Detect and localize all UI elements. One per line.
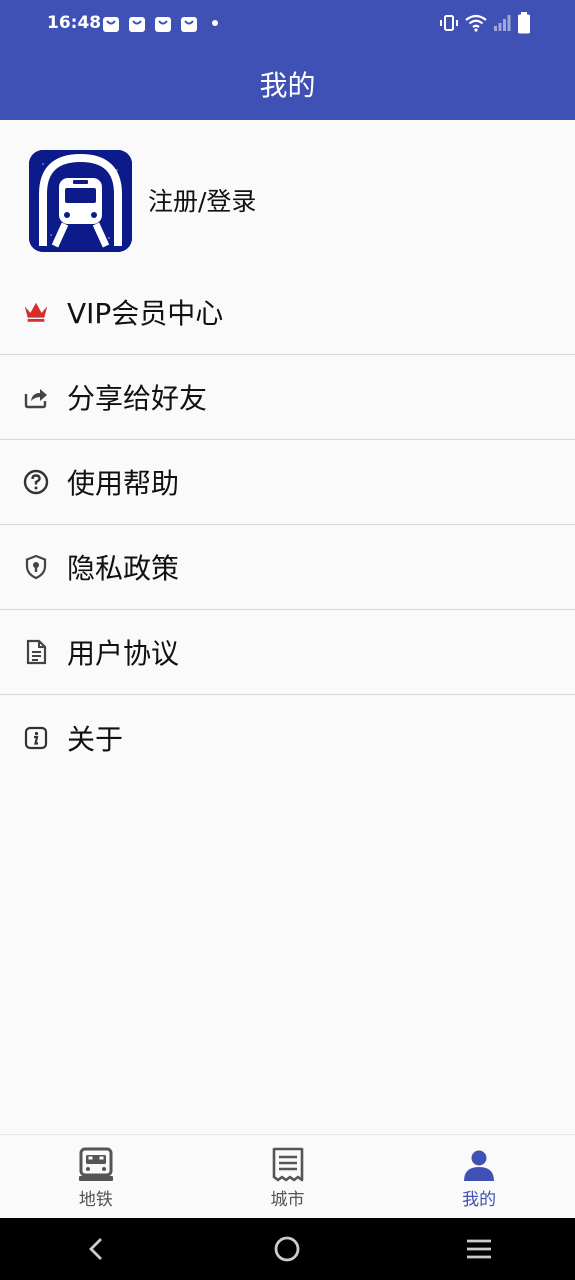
back-button[interactable] — [66, 1229, 126, 1269]
tab-subway[interactable]: 地铁 — [0, 1135, 192, 1218]
app-logo — [29, 150, 132, 252]
shopping-bag-icon — [129, 17, 145, 32]
tab-city[interactable]: 城市 — [192, 1135, 384, 1218]
metro-logo-icon — [29, 150, 132, 252]
menu-item-label: 用户协议 — [67, 637, 180, 670]
page-title: 我的 — [259, 69, 316, 102]
info-icon — [23, 725, 49, 751]
profile-section[interactable]: 注册/登录 — [0, 120, 575, 270]
share-icon — [23, 384, 49, 410]
shopping-bag-icon — [181, 17, 197, 32]
settings-menu: VIP会员中心 分享给好友 使用帮助 隐私政策 用户协议 关于 — [0, 270, 575, 780]
document-icon — [23, 639, 49, 665]
back-icon — [88, 1238, 102, 1260]
tab-mine[interactable]: 我的 — [383, 1135, 575, 1218]
status-bar: 16:48 — [0, 0, 575, 48]
menu-item-share[interactable]: 分享给好友 — [0, 355, 575, 440]
tab-label: 城市 — [270, 1190, 305, 1210]
menu-item-label: 关于 — [67, 722, 124, 756]
home-icon — [275, 1236, 300, 1262]
menu-item-label: VIP会员中心 — [67, 297, 224, 330]
menu-icon — [467, 1239, 492, 1259]
notification-dot-icon — [212, 20, 218, 26]
app-bar: 我的 — [0, 48, 575, 120]
battery-icon — [518, 12, 530, 34]
shopping-bag-icon — [103, 17, 119, 32]
menu-item-about[interactable]: 关于 — [0, 695, 575, 780]
vibrate-icon — [440, 15, 458, 31]
menu-item-label: 分享给好友 — [67, 382, 208, 415]
shield-icon — [23, 554, 49, 580]
home-button[interactable] — [257, 1229, 317, 1269]
status-time: 16:48 — [47, 13, 102, 33]
menu-item-privacy[interactable]: 隐私政策 — [0, 525, 575, 610]
help-icon — [23, 469, 49, 495]
system-navigation-bar — [0, 1218, 575, 1280]
recents-button[interactable] — [449, 1229, 509, 1269]
signal-icon — [494, 15, 511, 31]
crown-icon — [23, 299, 49, 325]
menu-item-agreement[interactable]: 用户协议 — [0, 610, 575, 695]
menu-item-label: 隐私政策 — [67, 552, 180, 585]
person-icon — [464, 1150, 495, 1181]
screen: 16:48 我的 注册/登录 VIP会员中心 分享给好友 使用帮助 隐私政策 用… — [0, 0, 575, 1280]
menu-item-label: 使用帮助 — [67, 467, 180, 500]
menu-item-vip[interactable]: VIP会员中心 — [0, 270, 575, 355]
bottom-navigation: 地铁 城市 我的 — [0, 1134, 575, 1218]
system-status-icons — [439, 12, 531, 34]
wifi-icon — [465, 14, 487, 32]
tab-label: 我的 — [462, 1190, 497, 1210]
shopping-bag-icon — [155, 17, 171, 32]
train-icon — [78, 1147, 113, 1181]
menu-item-help[interactable]: 使用帮助 — [0, 440, 575, 525]
receipt-icon — [272, 1147, 303, 1182]
login-register-link[interactable]: 注册/登录 — [148, 182, 256, 218]
notification-icons — [102, 13, 218, 33]
tab-label: 地铁 — [78, 1190, 113, 1210]
